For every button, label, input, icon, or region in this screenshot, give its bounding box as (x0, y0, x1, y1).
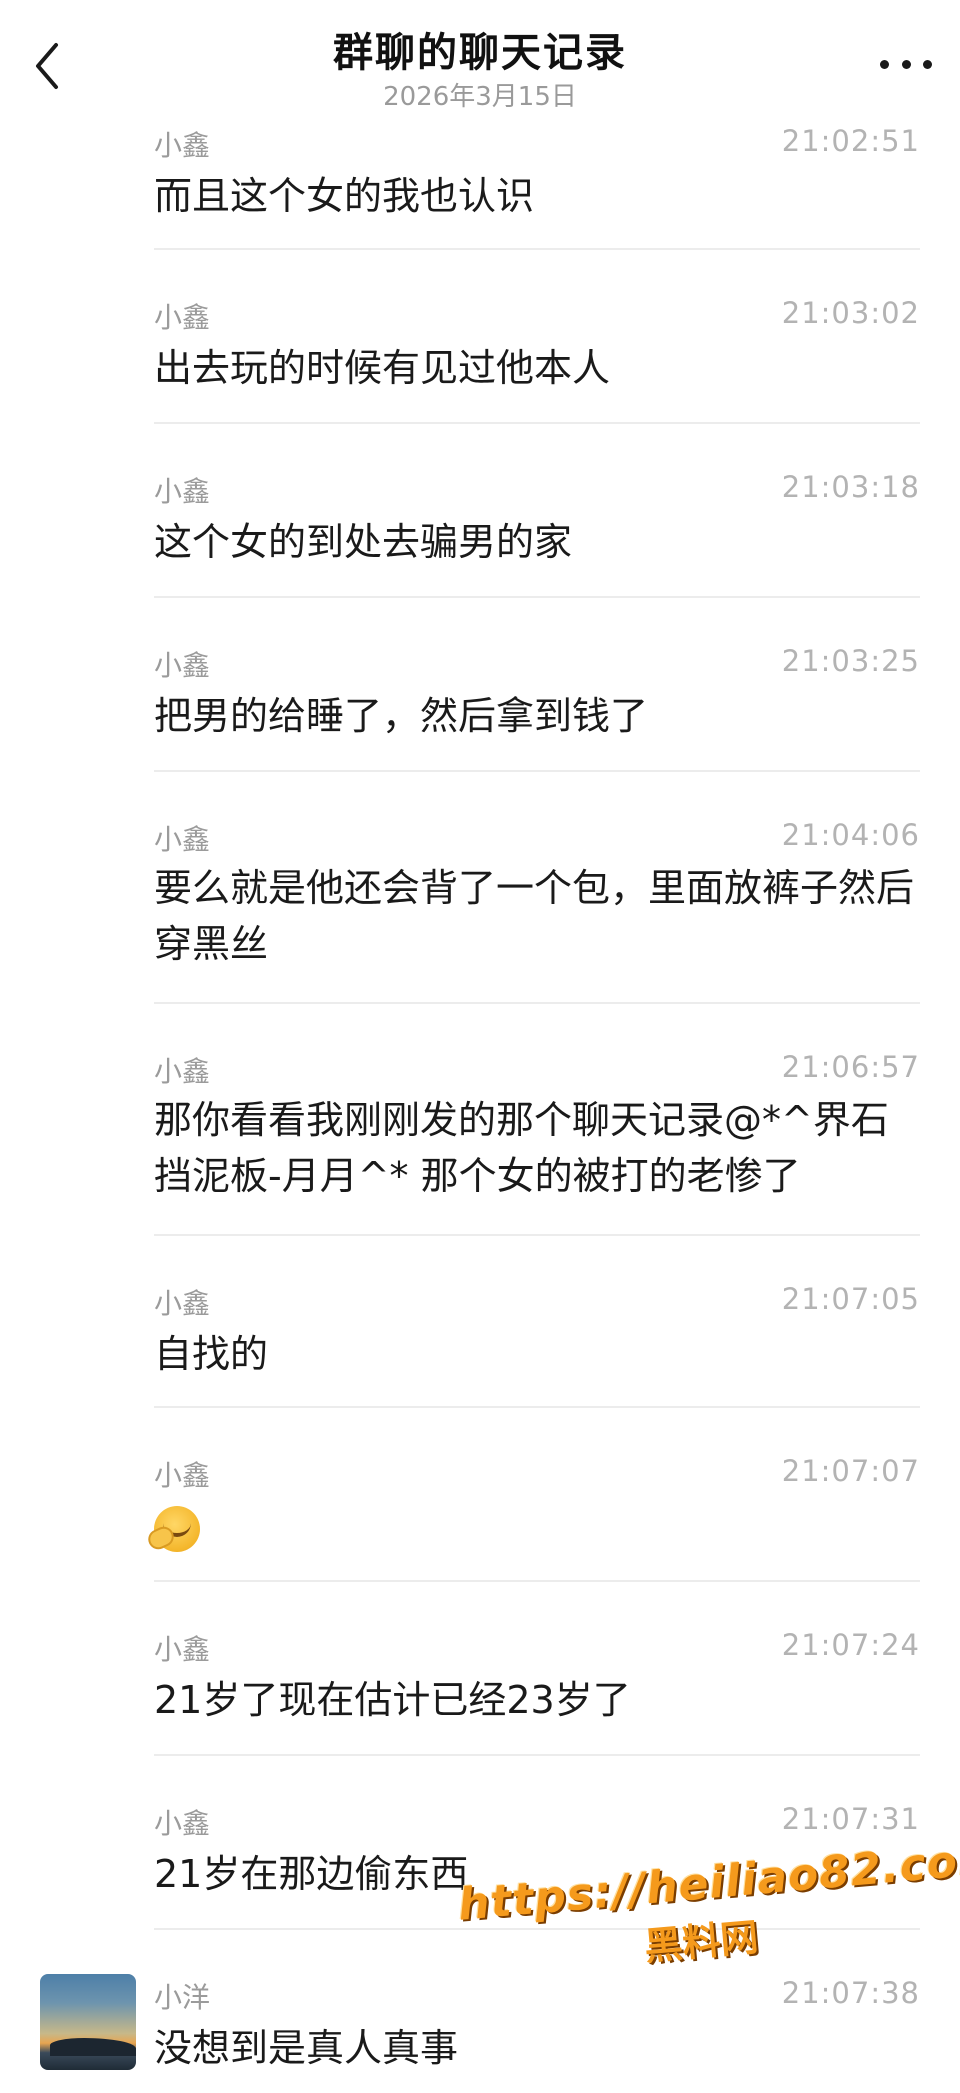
message-time: 21:06:57 (781, 1050, 920, 1084)
more-dots-icon (901, 59, 911, 69)
sender-name: 小鑫 (154, 1807, 211, 1840)
message-time: 21:03:25 (781, 644, 920, 678)
message-text: 而且这个女的我也认识 (154, 174, 535, 218)
message-item[interactable]: 小鑫 21:07:05 自找的 (0, 1236, 960, 1408)
sender-name: 小鑫 (154, 475, 211, 508)
message-text: 把男的给睡了，然后拿到钱了 (154, 694, 649, 738)
page-date: 2026年3月15日 (383, 82, 577, 112)
message-item[interactable]: 小鑫 21:04:06 要么就是他还会背了一个包，里面放裤子然后穿黑丝 (0, 772, 960, 1004)
sender-name: 小鑫 (154, 1287, 211, 1320)
message-item[interactable]: 小鑫 21:07:24 21岁了现在估计已经23岁了 (0, 1582, 960, 1756)
laughing-hand-emoji-icon (154, 1506, 200, 1552)
message-time: 21:07:24 (781, 1628, 920, 1662)
message-item[interactable]: 小鑫 21:03:25 把男的给睡了，然后拿到钱了 (0, 598, 960, 772)
message-item[interactable]: 小鑫 21:07:07 (0, 1408, 960, 1582)
chat-history-page: 群聊的聊天记录 2026年3月15日 小鑫 21:02:51 而且这个女的我也认… (0, 0, 960, 2093)
message-item[interactable]: 小洋 21:07:38 没想到是真人真事 (0, 1930, 960, 2090)
message-text: 要么就是他还会背了一个包，里面放裤子然后穿黑丝 (154, 866, 915, 966)
sender-name: 小鑫 (154, 823, 211, 856)
message-item[interactable]: 小鑫 21:03:18 这个女的到处去骗男的家 (0, 424, 960, 598)
sender-name: 小鑫 (154, 301, 211, 334)
message-time: 21:03:18 (781, 470, 920, 504)
message-item[interactable]: 小鑫 21:02:51 而且这个女的我也认识 (0, 120, 960, 250)
header-bar: 群聊的聊天记录 2026年3月15日 (0, 0, 960, 120)
avatar[interactable] (40, 1974, 136, 2070)
message-item[interactable]: 小鑫 21:07:31 21岁在那边偷东西 (0, 1756, 960, 1930)
message-text: 这个女的到处去骗男的家 (154, 520, 573, 564)
page-title: 群聊的聊天记录 (333, 30, 627, 76)
message-item[interactable]: 小鑫 21:06:57 那你看看我刚刚发的那个聊天记录@*^界石挡泥板-月月^*… (0, 1004, 960, 1236)
message-text: 那你看看我刚刚发的那个聊天记录@*^界石挡泥板-月月^* 那个女的被打的老惨了 (154, 1098, 889, 1198)
sender-name: 小洋 (154, 1981, 211, 2014)
message-time: 21:07:05 (781, 1282, 920, 1316)
message-time: 21:04:06 (781, 818, 920, 852)
sender-name: 小鑫 (154, 1633, 211, 1666)
message-text: 出去玩的时候有见过他本人 (154, 346, 611, 390)
sender-name: 小鑫 (154, 129, 211, 162)
message-item[interactable]: 小鑫 21:03:02 出去玩的时候有见过他本人 (0, 250, 960, 424)
message-time: 21:07:07 (781, 1454, 920, 1488)
message-time: 21:07:31 (781, 1802, 920, 1836)
message-text: 自找的 (154, 1332, 269, 1376)
more-dots-icon (923, 59, 932, 69)
message-time: 21:03:02 (781, 296, 920, 330)
more-dots-icon (880, 59, 889, 69)
message-text: 21岁了现在估计已经23岁了 (154, 1678, 631, 1722)
message-list: 小鑫 21:02:51 而且这个女的我也认识 小鑫 21:03:02 出去玩的时… (0, 120, 960, 2090)
message-time: 21:07:38 (781, 1976, 920, 2010)
sender-name: 小鑫 (154, 649, 211, 682)
message-text: 没想到是真人真事 (154, 2026, 459, 2070)
message-text: 21岁在那边偷东西 (154, 1852, 469, 1896)
sender-name: 小鑫 (154, 1055, 211, 1088)
message-emoji (154, 1498, 920, 1567)
message-time: 21:02:51 (781, 124, 920, 158)
more-button[interactable] (874, 44, 938, 84)
sender-name: 小鑫 (154, 1459, 211, 1492)
